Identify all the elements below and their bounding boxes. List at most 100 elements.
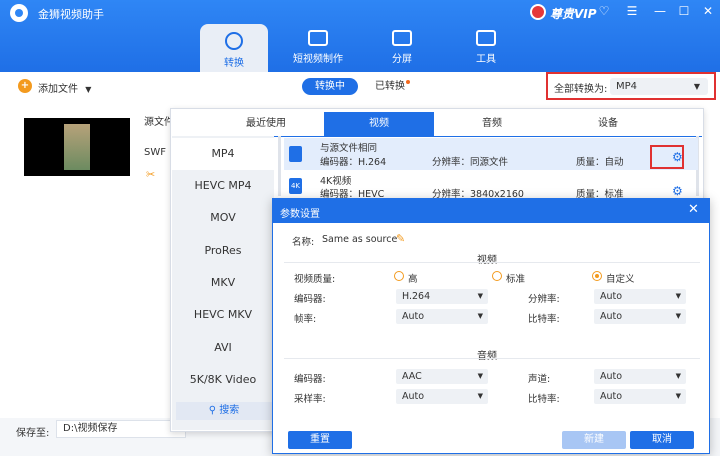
new-button[interactable]: 新建 xyxy=(562,431,626,449)
edit-effect-icon[interactable]: ✂ xyxy=(146,168,155,181)
convert-all-format-select[interactable]: MP4 xyxy=(610,78,708,95)
tab-split-screen-label: 分屏 xyxy=(392,54,412,65)
tab-audio[interactable]: 音频 xyxy=(440,112,544,136)
dropdown-arrow-icon: ▼ xyxy=(477,312,483,320)
dropdown-arrow-icon: ▼ xyxy=(675,312,681,320)
quality-custom-label: 自定义 xyxy=(606,274,635,285)
channel-label: 声道: xyxy=(528,374,551,385)
segment-converted[interactable]: 已转换 xyxy=(370,78,410,95)
bitrate-select[interactable]: Auto ▼ xyxy=(594,309,686,324)
dropdown-arrow-icon: ▼ xyxy=(477,292,483,300)
quality-high-radio[interactable] xyxy=(394,271,404,281)
resolution-value: Auto xyxy=(600,291,623,302)
audio-bitrate-select[interactable]: Auto ▼ xyxy=(594,389,686,404)
preset-resolution: 分辨率：同源文件 xyxy=(432,157,509,168)
preset-rail xyxy=(278,136,281,196)
video-encoder-value: H.264 xyxy=(402,291,431,302)
dropdown-arrow-icon: ▼ xyxy=(675,292,681,300)
video-encoder-select[interactable]: H.264 ▼ xyxy=(396,289,488,304)
resolution-select[interactable]: Auto ▼ xyxy=(594,289,686,304)
format-item-5k8k[interactable]: 5K/8K Video xyxy=(172,364,274,396)
split-screen-icon xyxy=(392,30,412,46)
segment-converting[interactable]: 转换中 xyxy=(302,78,358,95)
preset-codec: 编码器：H.264 xyxy=(320,157,387,168)
format-search-button[interactable]: ⚲ 搜索 xyxy=(176,402,272,420)
format-item-mkv[interactable]: MKV xyxy=(172,267,274,299)
video-section-title: 视频 xyxy=(477,255,497,266)
tab-video[interactable]: 视频 xyxy=(324,112,434,136)
app-title: 金狮视频助手 xyxy=(38,8,104,21)
bitrate-value: Auto xyxy=(600,311,623,322)
edit-name-icon[interactable]: ✎ xyxy=(396,232,405,245)
audio-encoder-select[interactable]: AAC ▼ xyxy=(396,369,488,384)
samplerate-value: Auto xyxy=(402,391,425,402)
audio-bitrate-value: Auto xyxy=(600,391,623,402)
save-to-label: 保存至: xyxy=(16,428,50,439)
samplerate-label: 采样率: xyxy=(294,394,326,405)
video-divider xyxy=(284,262,700,263)
format-item-hevc-mkv[interactable]: HEVC MKV xyxy=(172,299,274,331)
format-item-avi[interactable]: AVI xyxy=(172,332,274,364)
format-item-mov[interactable]: MOV xyxy=(172,202,274,234)
maximize-icon[interactable]: ☐ xyxy=(676,3,692,19)
cancel-button[interactable]: 取消 xyxy=(630,431,694,449)
tab-convert[interactable]: 转换 xyxy=(200,24,268,72)
new-dot-indicator xyxy=(406,80,410,84)
tab-short-video-label: 短视频制作 xyxy=(293,54,343,65)
framerate-value: Auto xyxy=(402,311,425,322)
add-file-label: 添加文件 xyxy=(38,84,78,95)
preset-same-icon xyxy=(289,146,302,162)
tab-device[interactable]: 设备 xyxy=(556,112,660,136)
convert-all-label: 全部转换为: xyxy=(554,84,608,95)
close-icon[interactable]: ✕ xyxy=(700,3,716,19)
format-item-hevc-mp4[interactable]: HEVC MP4 xyxy=(172,170,274,202)
title-bar xyxy=(0,0,720,72)
tab-recent[interactable]: 最近使用 xyxy=(214,112,318,136)
vip-badge-icon[interactable] xyxy=(530,4,546,20)
search-label: 搜索 xyxy=(219,405,240,416)
gear-icon[interactable]: ⚙ xyxy=(672,184,683,198)
app-logo-icon xyxy=(10,4,28,22)
dropdown-arrow-icon: ▼ xyxy=(675,372,681,380)
format-item-mp4[interactable]: MP4 xyxy=(172,138,274,170)
tab-split-screen[interactable]: 分屏 xyxy=(366,28,438,68)
quality-standard-radio[interactable] xyxy=(492,271,502,281)
preset-4k-icon: 4K xyxy=(289,178,302,194)
audio-encoder-value: AAC xyxy=(402,371,422,382)
reset-button[interactable]: 重置 xyxy=(288,431,352,449)
tools-icon xyxy=(476,30,496,46)
preset-quality: 质量：自动 xyxy=(576,157,624,168)
name-value[interactable]: Same as source xyxy=(322,234,397,245)
framerate-select[interactable]: Auto ▼ xyxy=(396,309,488,324)
dropdown-arrow-icon: ▼ xyxy=(477,392,483,400)
channel-select[interactable]: Auto ▼ xyxy=(594,369,686,384)
add-file-caret-icon: ▼ xyxy=(85,85,92,94)
dialog-header xyxy=(273,199,709,223)
short-video-icon xyxy=(308,30,328,46)
video-quality-label: 视频质量: xyxy=(294,274,336,285)
menu-icon[interactable]: ☰ xyxy=(624,3,640,19)
convert-icon xyxy=(225,32,243,50)
search-icon: ⚲ xyxy=(208,405,220,416)
minimize-icon[interactable]: — xyxy=(652,3,668,19)
bitrate-label: 比特率: xyxy=(528,314,560,325)
add-file-icon[interactable]: + xyxy=(18,79,32,93)
quality-standard-label: 标准 xyxy=(506,274,526,285)
samplerate-select[interactable]: Auto ▼ xyxy=(396,389,488,404)
quality-high-label: 高 xyxy=(408,274,418,285)
vip-label[interactable]: 尊贵VIP xyxy=(550,5,597,22)
save-path-field[interactable]: D:\视频保存 xyxy=(56,420,186,438)
close-icon[interactable]: ✕ xyxy=(688,202,699,217)
audio-encoder-label: 编码器: xyxy=(294,374,326,385)
audio-divider xyxy=(284,358,700,359)
favorite-icon[interactable]: ♡ xyxy=(596,3,612,19)
tab-tools[interactable]: 工具 xyxy=(450,28,522,68)
gear-icon[interactable]: ⚙ xyxy=(672,150,683,164)
quality-custom-radio[interactable] xyxy=(592,271,602,281)
preset-name: 与源文件相同 xyxy=(320,143,378,154)
tab-short-video[interactable]: 短视频制作 xyxy=(282,28,354,68)
framerate-label: 帧率: xyxy=(294,314,317,325)
channel-value: Auto xyxy=(600,371,623,382)
add-file-button[interactable]: 添加文件 ▼ xyxy=(38,80,91,95)
format-item-prores[interactable]: ProRes xyxy=(172,235,274,267)
